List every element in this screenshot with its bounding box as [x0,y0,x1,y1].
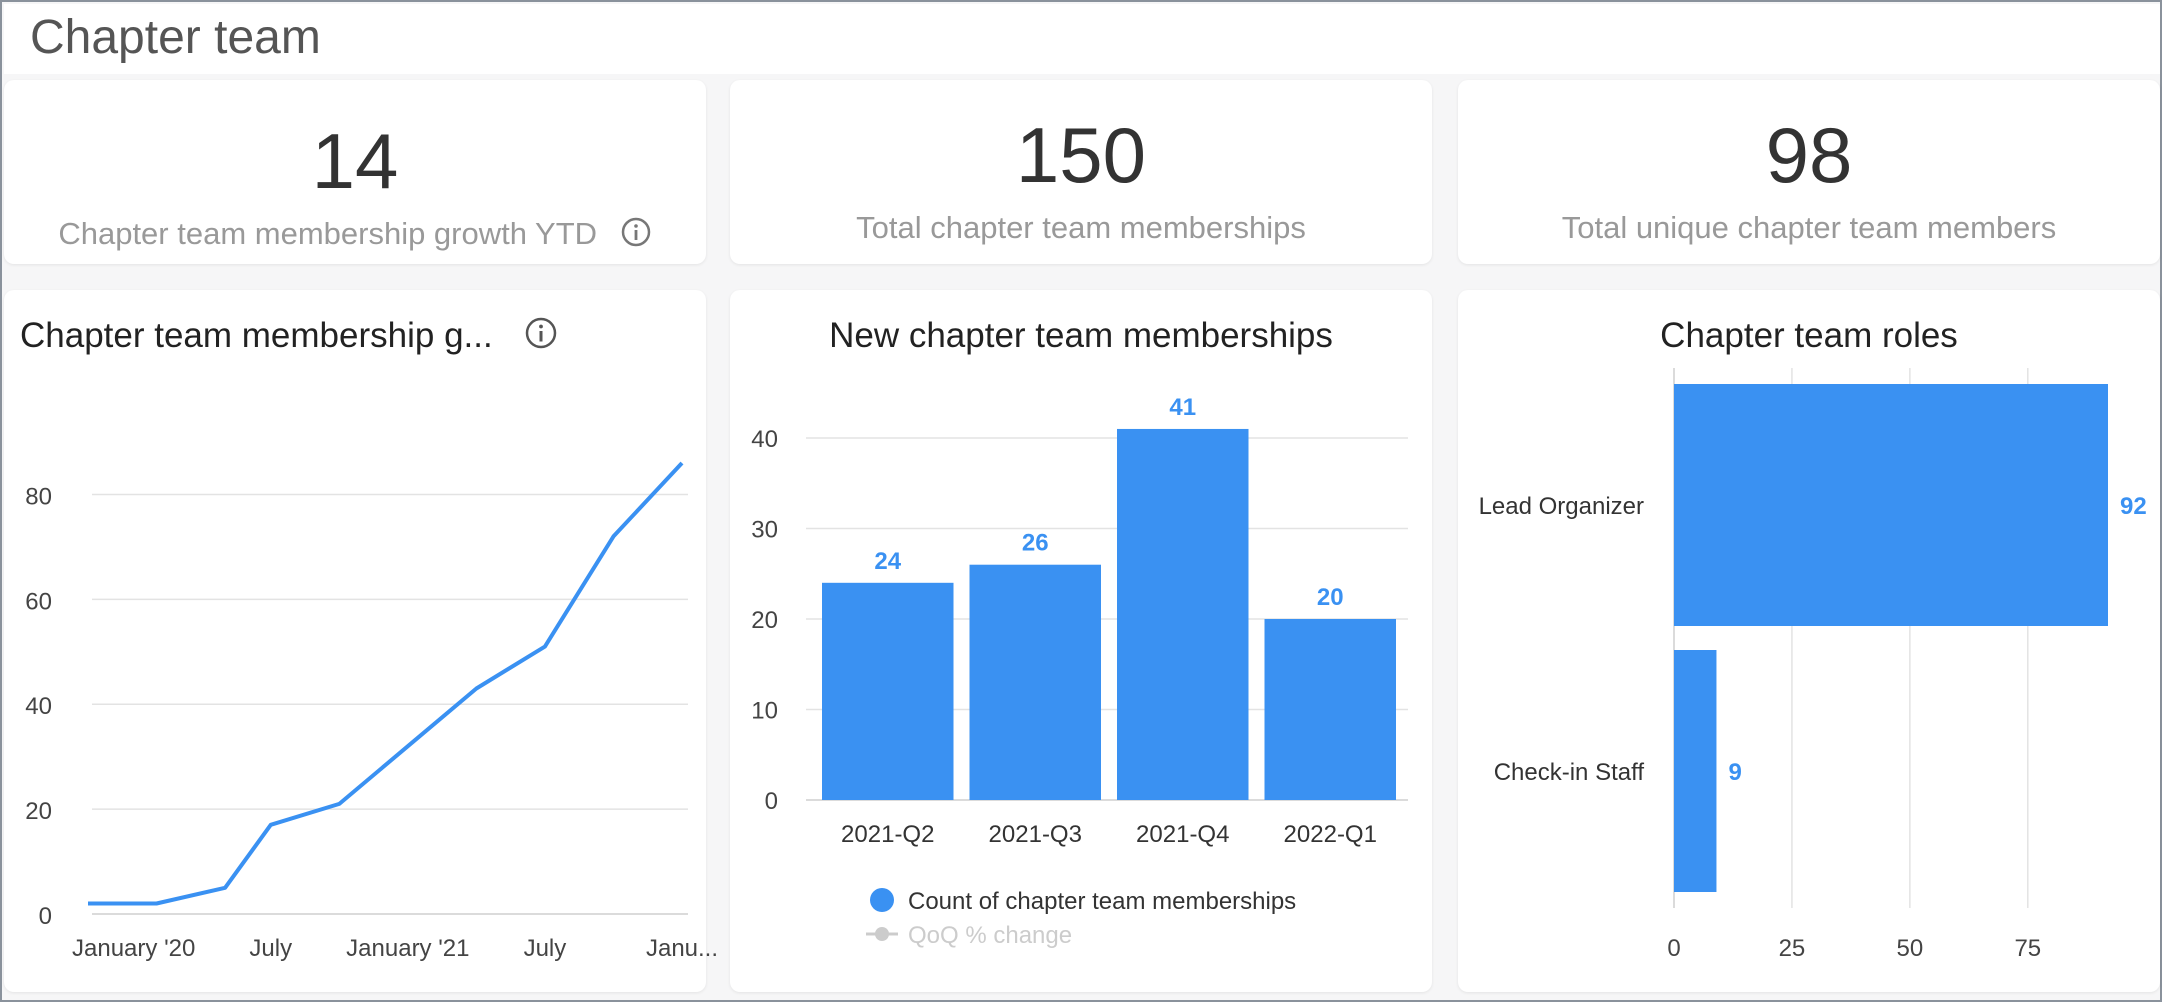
bar-data-label: 26 [1022,530,1049,557]
y-tick-label: 40 [25,693,52,720]
line-chart: 0 20 40 60 80 January '20 July January '21 July J… [25,461,718,962]
legend-marker-qoq [875,927,889,941]
bar-data-label: 24 [874,548,901,575]
y-category-label: Lead Organizer [1479,493,1644,520]
kpi-card-total-memberships: 150 Total chapter team memberships [730,80,1432,264]
bar [969,564,1101,800]
kpi-value-unique-members: 98 [1765,111,1853,199]
chart-card-new-memberships: New chapter team memberships 0 10 20 30 40 24… [730,290,1432,992]
x-tick-label: 2022-Q1 [1284,821,1377,848]
bar-chart: 0 10 20 30 40 24 2021-Q2 26 2021-Q3 41 2021-Q4 20 20… [751,394,1408,949]
x-tick-label: 50 [1897,935,1924,962]
x-tick-label: 2021-Q2 [841,821,934,848]
legend-label-qoq: QoQ % change [908,922,1072,949]
x-tick-label: January '21 [346,935,469,962]
page-title: Chapter team [30,11,321,64]
x-tick-label: July [249,935,292,962]
bar-data-label: 41 [1169,394,1196,421]
x-tick-label: 75 [2014,935,2041,962]
x-tick-label: 2021-Q4 [1136,821,1229,848]
legend-marker-count [870,888,894,912]
title-bar: Chapter team [4,4,2160,74]
kpi-label-unique-members: Total unique chapter team members [1561,210,2057,245]
dashboard-frame: Chapter team 14 Chapter team membership … [0,0,2162,1002]
hbar-chart: 0 25 50 75 92 Lead Organizer 9 Check-in Staff [1479,368,2147,962]
y-tick-label: 10 [751,698,778,725]
y-tick-label: 30 [751,517,778,544]
kpi-value-total-memberships: 150 [1015,111,1147,199]
y-tick-label: 80 [25,483,52,510]
y-tick-label: 0 [39,903,52,930]
x-tick-label: Janu... [646,935,718,962]
bar-data-label: 20 [1317,584,1344,611]
y-tick-label: 40 [751,426,778,453]
bar-data-label: 9 [1728,759,1741,786]
bar [1674,650,1717,892]
y-tick-label: 60 [25,588,52,615]
chart-card-growth: Chapter team membership g... 0 20 40 60 80 Ja… [4,290,718,992]
bar [1674,384,2108,626]
kpi-value-growth: 14 [311,117,399,205]
kpi-card-unique-members: 98 Total unique chapter team members [1458,80,2160,264]
y-tick-label: 20 [25,798,52,825]
y-tick-label: 20 [751,607,778,634]
kpi-label-total-memberships: Total chapter team memberships [856,210,1306,245]
bar [822,582,954,800]
bar-data-label: 92 [2120,493,2147,520]
chart-card-roles: Chapter team roles 0 25 50 75 92 Lead Organiz… [1458,290,2160,992]
x-tick-label: 0 [1667,935,1680,962]
bar [1117,428,1249,800]
x-tick-label: 2021-Q3 [989,821,1082,848]
kpi-label-growth-text: Chapter team membership growth YTD [58,216,598,252]
info-icon[interactable] [620,216,652,256]
bar [1264,619,1396,800]
y-category-label: Check-in Staff [1494,759,1645,786]
x-tick-label: July [524,935,567,962]
x-tick-label: January '20 [72,935,195,962]
y-tick-label: 0 [765,788,778,815]
x-tick-label: 25 [1779,935,1806,962]
kpi-card-growth: 14 Chapter team membership growth YTD [4,80,706,264]
kpi-label-growth: Chapter team membership growth YTD [4,216,706,256]
legend-label-count: Count of chapter team memberships [908,888,1296,915]
series-line [88,461,684,906]
